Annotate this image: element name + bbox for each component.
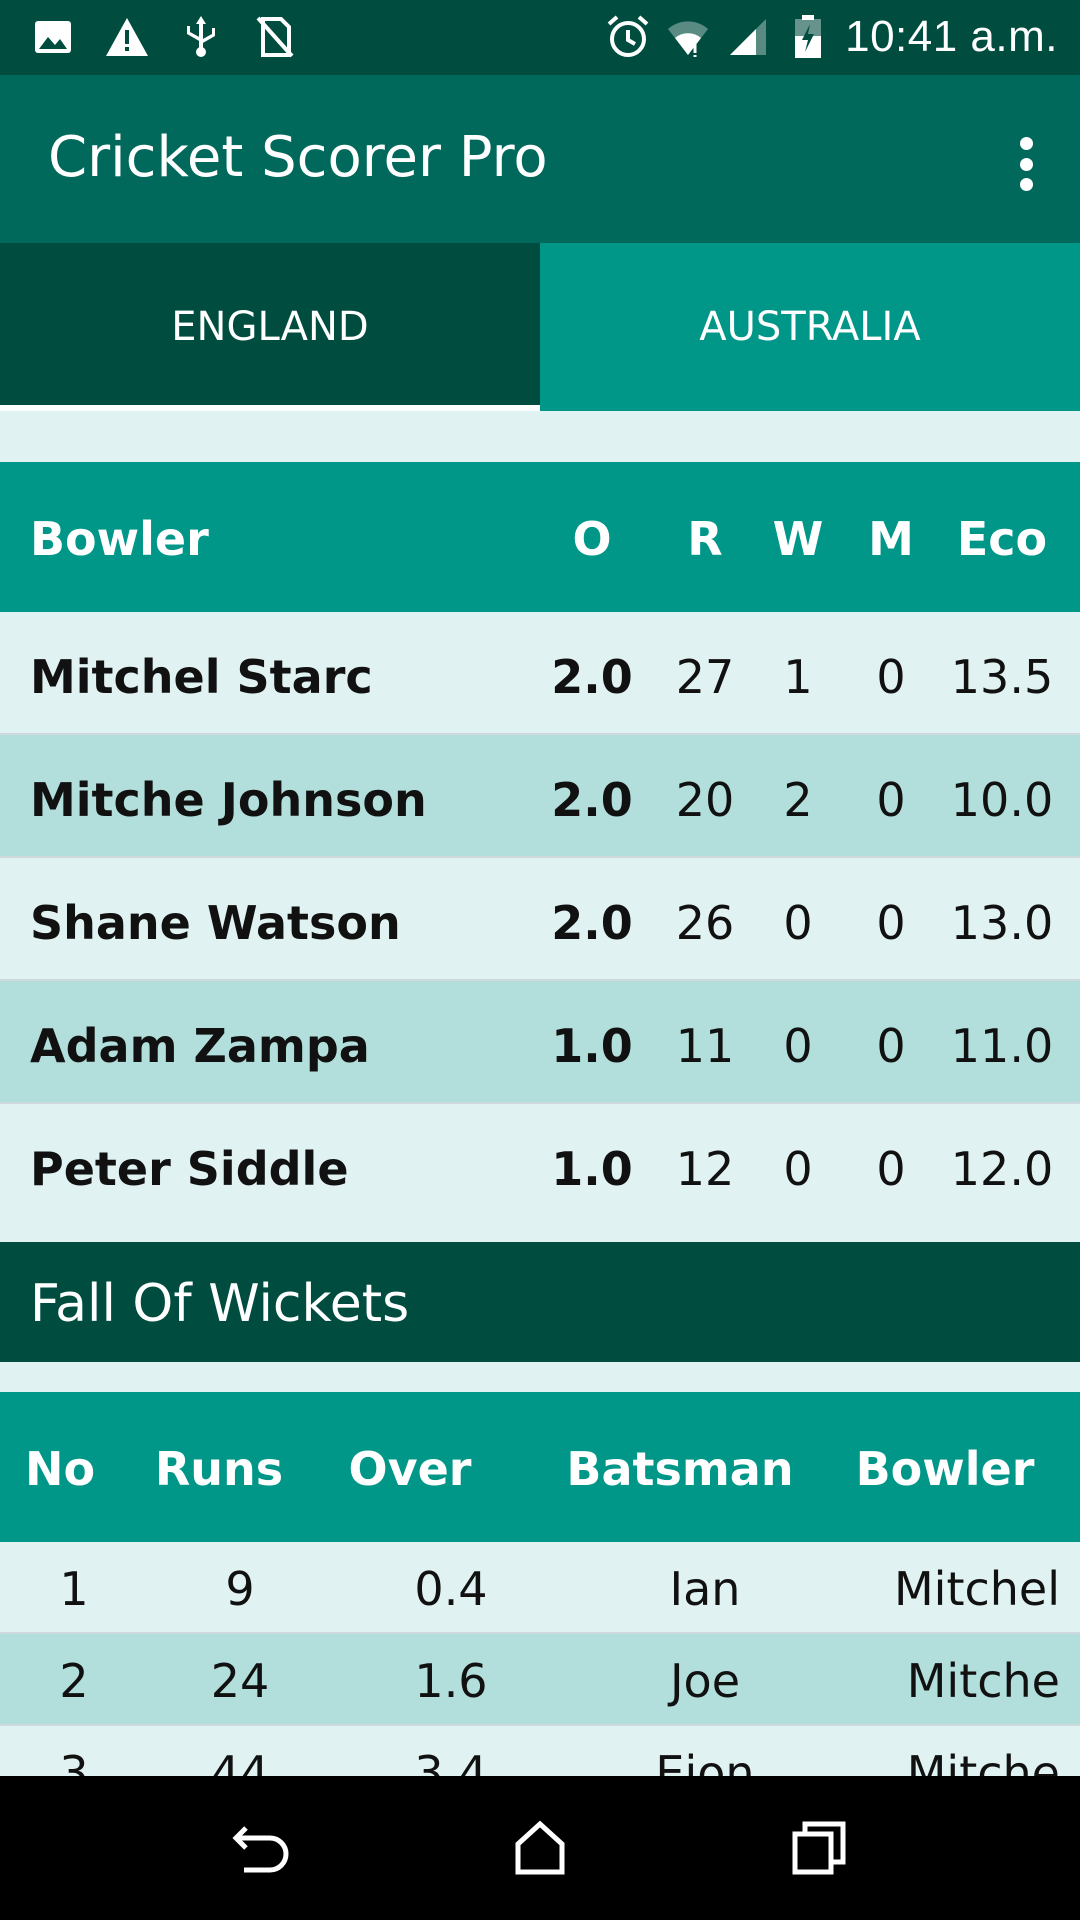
bowler-overs: 1.0: [551, 1142, 633, 1196]
bowler-economy: 13.0: [950, 896, 1054, 950]
status-bar: 10:41 a.m.: [0, 0, 1080, 75]
table-row[interactable]: Shane Watson 2.0 26 0 0 13.0: [0, 858, 1080, 981]
bowler-runs: 26: [675, 896, 735, 950]
app-bar: Cricket Scorer Pro: [0, 75, 1080, 243]
header-maidens: M: [868, 512, 914, 566]
fow-table-header: No Runs Over Batsman Bowler: [0, 1392, 1080, 1542]
wicket-over: 3.4: [414, 1746, 488, 1776]
overflow-menu-icon-dot: [1019, 178, 1033, 191]
bowler-overs: 2.0: [551, 896, 633, 950]
bowler-overs: 2.0: [551, 650, 633, 704]
wicket-runs: 24: [210, 1654, 270, 1708]
wicket-number: 1: [59, 1562, 89, 1616]
wicket-number: 3: [59, 1746, 89, 1776]
wicket-over: 0.4: [414, 1562, 488, 1616]
bowler-maidens: 0: [876, 896, 906, 950]
back-icon: [232, 1826, 289, 1873]
header-economy: Eco: [956, 512, 1048, 566]
bowler-wickets: 2: [783, 773, 813, 827]
header-bowler: Bowler: [855, 1442, 1035, 1496]
bowler-name: Adam Zampa: [30, 1019, 370, 1073]
bowler-economy: 13.5: [950, 650, 1054, 704]
wicket-bowler: Mitche: [906, 1654, 1060, 1708]
header-bowler: Bowler: [30, 512, 209, 566]
overflow-menu-button[interactable]: [1006, 129, 1046, 199]
bowler-overs: 1.0: [551, 1019, 633, 1073]
home-icon: [515, 1820, 565, 1875]
header-batsman: Batsman: [566, 1442, 794, 1496]
table-row[interactable]: Mitchel Starc 2.0 27 1 0 13.5: [0, 612, 1080, 735]
battery-icon: [785, 14, 831, 60]
fall-of-wickets-header: Fall Of Wickets: [0, 1242, 1080, 1362]
back-button[interactable]: [222, 1808, 302, 1888]
bowler-maidens: 0: [876, 650, 906, 704]
alarm-icon: [605, 14, 651, 60]
table-row[interactable]: Mitche Johnson 2.0 20 2 0 10.0: [0, 735, 1080, 858]
bowler-maidens: 0: [876, 1142, 906, 1196]
wicket-over: 1.6: [414, 1654, 488, 1708]
warning-icon: [104, 14, 150, 60]
wicket-bowler: Mitchel: [893, 1562, 1060, 1616]
bowler-maidens: 0: [876, 773, 906, 827]
wicket-batsman: Eion: [655, 1746, 755, 1776]
wicket-runs: 44: [210, 1746, 270, 1776]
section-title: Fall Of Wickets: [30, 1274, 410, 1334]
status-right-icons: 10:41 a.m.: [605, 12, 1058, 62]
header-overs: O: [572, 512, 612, 566]
recents-button[interactable]: [779, 1808, 859, 1888]
bowler-wickets: 0: [783, 1142, 813, 1196]
tab-australia[interactable]: AUSTRALIA: [540, 243, 1080, 411]
bowler-name: Shane Watson: [30, 896, 401, 950]
bowler-runs: 20: [675, 773, 735, 827]
status-time: 10:41 a.m.: [845, 12, 1058, 61]
tab-england[interactable]: ENGLAND: [0, 243, 540, 411]
table-row[interactable]: 3 44 3.4 Eion Mitche: [0, 1726, 1080, 1776]
header-over: Over: [348, 1442, 472, 1496]
status-left-icons: [30, 14, 298, 60]
table-row[interactable]: 1 9 0.4 Ian Mitchel: [0, 1542, 1080, 1634]
wicket-runs: 9: [225, 1562, 255, 1616]
no-sim-icon: [252, 14, 298, 60]
bowler-overs: 2.0: [551, 773, 633, 827]
table-row[interactable]: Peter Siddle 1.0 12 0 0 12.0: [0, 1104, 1080, 1227]
home-button[interactable]: [500, 1808, 580, 1888]
header-runs: Runs: [154, 1442, 284, 1496]
bowler-wickets: 0: [783, 1019, 813, 1073]
wicket-batsman: Ian: [669, 1562, 741, 1616]
wicket-batsman: Joe: [669, 1654, 741, 1708]
wicket-number: 2: [59, 1654, 89, 1708]
bowling-table-header: Bowler O R W M Eco: [0, 462, 1080, 612]
bowler-maidens: 0: [876, 1019, 906, 1073]
navigation-bar: [0, 1776, 1080, 1920]
header-no: No: [24, 1442, 96, 1496]
header-wickets: W: [772, 512, 824, 566]
wifi-icon: [665, 14, 711, 60]
bowler-name: Mitche Johnson: [30, 773, 427, 827]
wicket-bowler: Mitche: [906, 1746, 1060, 1776]
team-tabs: ENGLAND AUSTRALIA: [0, 243, 1080, 411]
bowler-economy: 12.0: [950, 1142, 1054, 1196]
bowler-name: Mitchel Starc: [30, 650, 373, 704]
overflow-menu-icon-dot: [1019, 157, 1033, 171]
bowler-wickets: 1: [783, 650, 813, 704]
bowler-name: Peter Siddle: [30, 1142, 349, 1196]
bowler-economy: 11.0: [950, 1019, 1054, 1073]
bowler-runs: 12: [675, 1142, 735, 1196]
usb-icon: [178, 14, 224, 60]
overflow-menu-icon: [1019, 137, 1033, 150]
signal-icon: [725, 14, 771, 60]
header-runs: R: [687, 512, 723, 566]
table-row[interactable]: Adam Zampa 1.0 11 0 0 11.0: [0, 981, 1080, 1104]
bowler-runs: 11: [675, 1019, 735, 1073]
bowler-runs: 27: [675, 650, 735, 704]
image-icon: [30, 14, 76, 60]
table-row[interactable]: 2 24 1.6 Joe Mitche: [0, 1634, 1080, 1726]
bowler-economy: 10.0: [950, 773, 1054, 827]
bowler-wickets: 0: [783, 896, 813, 950]
app-title: Cricket Scorer Pro: [48, 125, 548, 190]
recents-icon: [792, 1821, 846, 1875]
